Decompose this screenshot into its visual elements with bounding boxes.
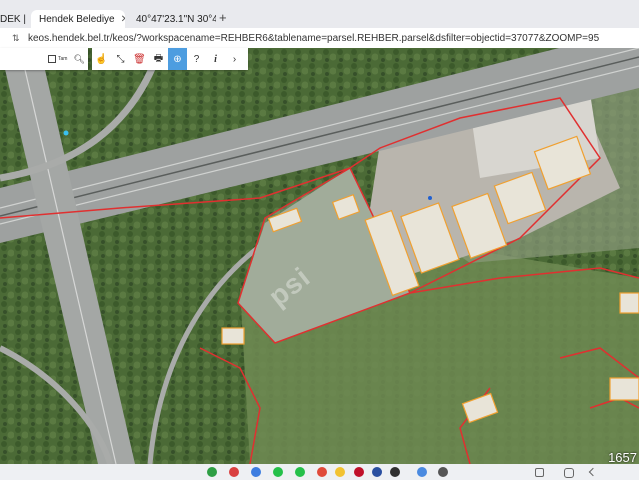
info-icon[interactable]: i [206,48,225,70]
tab-hendek-label: Hendek Belediye [39,13,115,25]
camera-app-icon[interactable] [390,467,400,477]
building [619,292,639,314]
location-marker [428,196,432,200]
parcel-search-box[interactable]: Tam 🔍︎ [0,48,88,70]
new-tab-button[interactable]: + [219,10,227,25]
building [609,377,639,401]
recents-icon[interactable] [535,468,544,477]
location-marker [63,130,69,136]
print-icon[interactable]: 🖶︎ [149,48,168,70]
site-info-icon[interactable]: ⇅ [12,33,22,43]
building [221,327,245,345]
map-view[interactable]: psi [0,48,639,464]
chrome-app-icon[interactable] [335,467,345,477]
gallery-app-icon[interactable] [317,467,327,477]
whatsapp-business-app-icon[interactable] [295,467,305,477]
tab-strip: DEK | Hendek Belediye ✕ 40°47'23.1"N 30°… [0,8,639,28]
address-bar[interactable]: ⇅ keos.hendek.bel.tr/keos/?workspacename… [0,28,639,48]
crosshair-icon[interactable]: ⊕ [168,48,187,70]
whatsapp-app-icon[interactable] [273,467,283,477]
notes-app-icon[interactable] [417,467,427,477]
messages-app-icon[interactable] [251,467,261,477]
close-icon[interactable]: ✕ [121,14,125,25]
map-toolbar: ☝ ⤡ 🗑︎ 🖶︎ ⊕ ? i › [92,48,248,70]
next-icon[interactable]: › [225,48,244,70]
tab-1-label: DEK | [0,13,26,25]
exact-match-label: Tam [58,56,68,62]
hand-icon[interactable]: ☝ [92,48,111,70]
home-icon[interactable] [564,468,574,478]
taskbar [0,464,639,480]
tab-hendek[interactable]: Hendek Belediye ✕ [31,10,125,28]
netflix-app-icon[interactable] [354,467,364,477]
tab-map-coords[interactable]: 40°47'23.1"N 30°4 ✕ [128,10,216,28]
search-icon[interactable]: 🔍︎ [73,54,84,65]
tab-map-label: 40°47'23.1"N 30°4 [136,13,216,25]
settings-app-icon[interactable] [438,467,448,477]
help-icon[interactable]: ? [187,48,206,70]
extent-icon[interactable]: ⤡ [111,48,130,70]
trash-icon[interactable]: 🗑︎ [130,48,149,70]
satellite-map [0,48,639,464]
phone-app-icon[interactable] [207,467,217,477]
exact-match-checkbox[interactable] [48,55,56,63]
tab-1[interactable]: DEK | [0,10,31,28]
store-app-icon[interactable] [372,467,382,477]
back-icon[interactable] [588,467,598,477]
contacts-app-icon[interactable] [229,467,239,477]
url-text: keos.hendek.bel.tr/keos/?workspacename=R… [28,32,600,44]
corner-number: 1657 [608,450,637,465]
